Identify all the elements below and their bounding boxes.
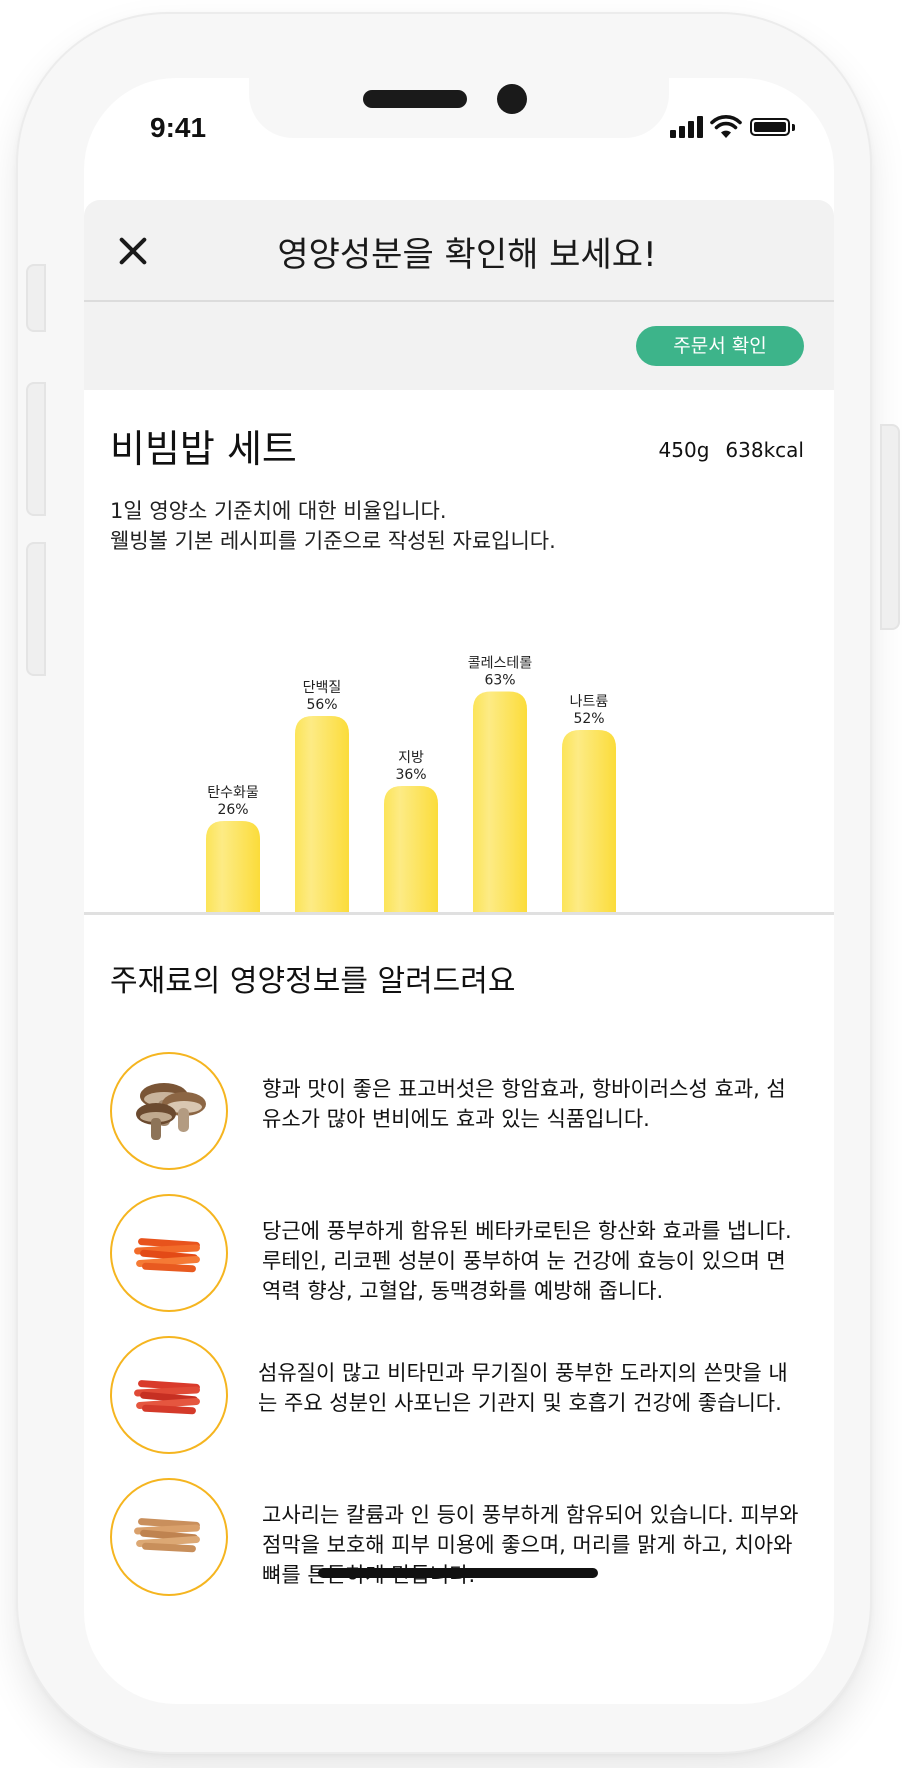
description-line: 1일 영양소 기준치에 대한 비율입니다.: [110, 499, 447, 523]
nutrition-bar-chart: 탄수화물26% 단백질56% 지방36% 콜레스테롤63% 나트륨52%: [206, 656, 616, 912]
order-confirm-button[interactable]: 주문서 확인: [636, 326, 804, 366]
chart-bar: [473, 691, 527, 912]
bar-category-label: 탄수화물: [207, 785, 259, 801]
chart-bar: [206, 821, 260, 912]
page-title: 영양성분을 확인해 보세요!: [277, 235, 657, 275]
phone-frame: 9:41 영양성분을 확인해 보세요! 주문서 확인 비빔밥 세트 450g 6…: [18, 14, 900, 1752]
bar-category-label: 콜레스테롤: [468, 656, 533, 672]
ingredient-description: 섬유질이 많고 비타민과 무기질이 풍부한 도라지의 쓴맛을 내는 주요 성분인…: [258, 1361, 788, 1415]
home-indicator: [318, 1568, 598, 1578]
dish-name: 비빔밥 세트: [110, 427, 297, 471]
chart-bar: [384, 786, 438, 912]
bracken-icon: [110, 1478, 228, 1596]
power-button: [880, 424, 900, 630]
bar-value-label: 36%: [395, 767, 426, 783]
carrot-icon: [110, 1194, 228, 1312]
bar-value-label: 56%: [306, 697, 337, 713]
chart-bar: [295, 716, 349, 912]
ingredient-item: 당근에 풍부하게 함유된 베타카로틴은 항산화 효과를 냅니다. 루테인, 리코…: [110, 1194, 810, 1316]
dish-weight: 450g: [658, 438, 710, 462]
cellular-signal-icon: [670, 116, 704, 138]
chart-baseline: [84, 912, 834, 915]
screen: 9:41 영양성분을 확인해 보세요! 주문서 확인 비빔밥 세트 450g 6…: [84, 78, 834, 1704]
ingredients-title: 주재료의 영양정보를 알려드려요: [110, 964, 516, 999]
description-line: 웰빙볼 기본 레시피를 기준으로 작성된 자료입니다.: [110, 529, 556, 553]
dish-calories: 638kcal: [725, 438, 804, 462]
bar-category-label: 단백질: [303, 680, 342, 696]
front-camera: [497, 84, 527, 114]
ingredient-item: 향과 맛이 좋은 표고버섯은 항암효과, 항바이러스성 효과, 섬유소가 많아 …: [110, 1052, 810, 1174]
volume-up-button: [26, 382, 46, 516]
bar-value-label: 26%: [217, 802, 248, 818]
ingredient-item: 섬유질이 많고 비타민과 무기질이 풍부한 도라지의 쓴맛을 내는 주요 성분인…: [110, 1336, 810, 1458]
bar-value-label: 63%: [484, 673, 515, 689]
bellflower-root-icon: [110, 1336, 228, 1454]
ingredient-description: 당근에 풍부하게 함유된 베타카로틴은 항산화 효과를 냅니다. 루테인, 리코…: [262, 1219, 792, 1303]
ingredient-item: 고사리는 칼륨과 인 등이 풍부하게 함유되어 있습니다. 피부와 점막을 보호…: [110, 1478, 810, 1600]
bar-value-label: 52%: [573, 711, 604, 727]
battery-icon: [750, 118, 790, 136]
action-bar: 주문서 확인: [84, 302, 834, 390]
chart-description: 1일 영양소 기준치에 대한 비율입니다. 웰빙볼 기본 레시피를 기준으로 작…: [110, 496, 556, 556]
status-icons: [670, 115, 800, 138]
wifi-icon: [710, 115, 742, 138]
volume-down-button: [26, 542, 46, 676]
status-time: 9:41: [150, 112, 207, 143]
ingredient-description: 향과 맛이 좋은 표고버섯은 항암효과, 항바이러스성 효과, 섬유소가 많아 …: [262, 1077, 786, 1131]
bar-category-label: 지방: [398, 750, 424, 766]
notch: [249, 78, 669, 138]
mushroom-icon: [110, 1052, 228, 1170]
speaker-grille: [363, 90, 467, 108]
dish-meta: 450g 638kcal: [659, 438, 804, 462]
battery-tip: [792, 124, 795, 131]
mute-switch: [26, 264, 46, 332]
modal-header: 영양성분을 확인해 보세요!: [84, 200, 834, 302]
chart-bar: [562, 730, 616, 912]
bar-category-label: 나트륨: [570, 694, 609, 710]
